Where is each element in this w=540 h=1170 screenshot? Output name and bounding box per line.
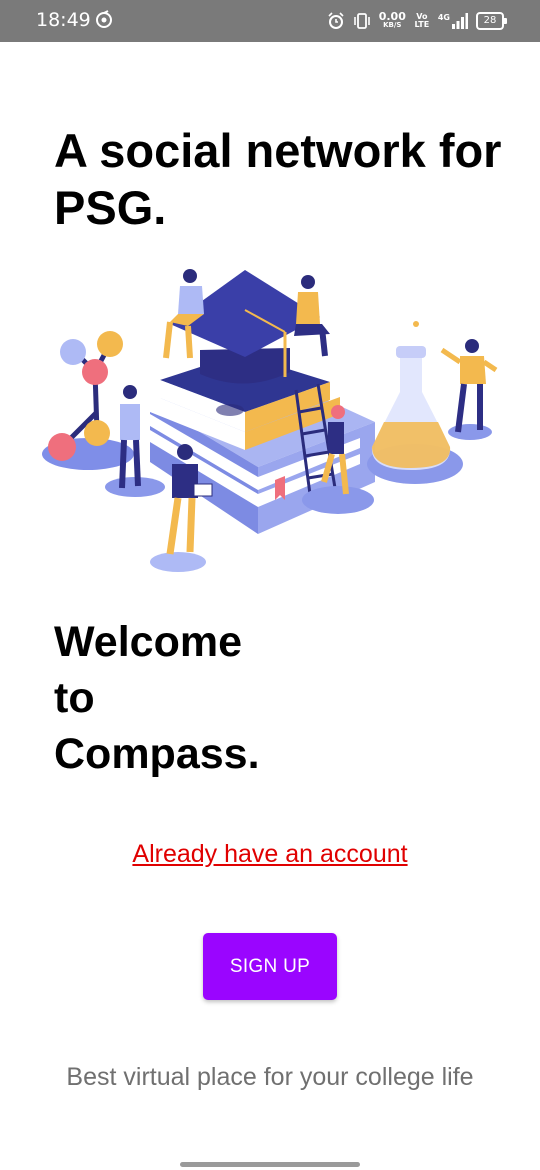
welcome-heading: Welcome to Compass. — [54, 614, 354, 782]
app-notification-icon — [96, 10, 112, 28]
welcome-line: to — [54, 674, 95, 722]
volte-indicator: Vo LTE — [414, 12, 430, 29]
welcome-line: Welcome — [54, 618, 242, 666]
login-link[interactable]: Already have an account — [0, 840, 540, 869]
signal-icon: 4G — [438, 13, 468, 29]
molecule-model — [42, 331, 134, 470]
status-bar: 18:49 0.00 KB/S Vo LTE 4G 28 — [0, 0, 540, 42]
vibrate-icon — [353, 13, 370, 29]
home-indicator[interactable] — [180, 1162, 360, 1167]
alarm-icon — [328, 12, 344, 29]
sign-up-button[interactable]: SIGN UP — [203, 933, 337, 1000]
battery-icon: 28 — [476, 12, 507, 30]
tagline: Best virtual place for your college life — [66, 1063, 474, 1091]
page-title: A social network for PSG. — [54, 124, 502, 234]
status-time: 18:49 — [36, 9, 91, 31]
graduation-illustration — [42, 269, 498, 572]
status-icons: 0.00 KB/S Vo LTE 4G 28 — [327, 8, 507, 34]
welcome-line: Compass. — [54, 730, 260, 778]
network-speed: 0.00 KB/S — [378, 10, 406, 29]
flask — [367, 321, 463, 484]
